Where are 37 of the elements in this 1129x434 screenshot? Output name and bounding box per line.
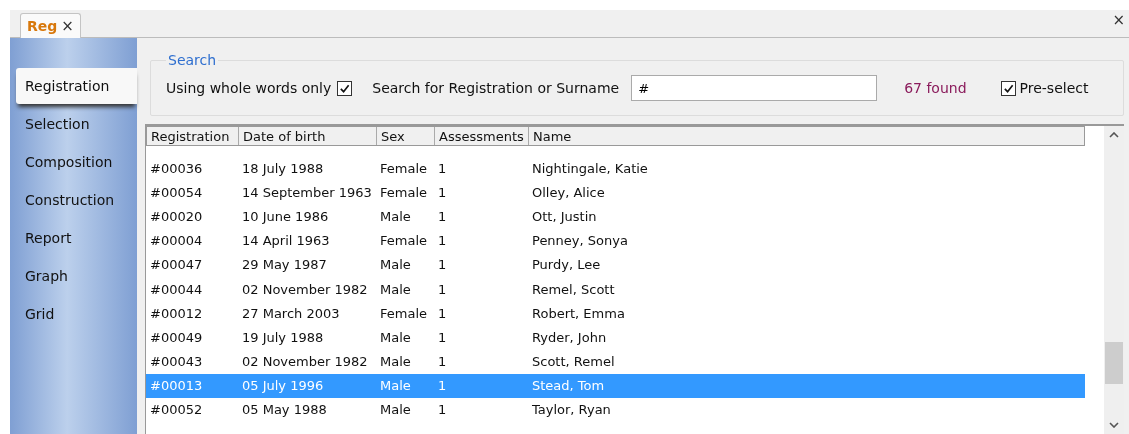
- group-title: Search: [167, 52, 218, 68]
- column-header[interactable]: Date of birth: [239, 127, 377, 145]
- scroll-up-icon[interactable]: [1109, 132, 1119, 138]
- document-tab[interactable]: Reg ×: [20, 13, 81, 38]
- result-count: 67 found: [904, 80, 967, 96]
- column-header[interactable]: Sex: [377, 127, 435, 145]
- scroll-down-icon[interactable]: [1109, 422, 1119, 428]
- sidebar-item[interactable]: Construction: [10, 184, 137, 222]
- table-row[interactable]: #00004 14 April 1963 Female 1 Penney, Sonya: [146, 228, 1085, 253]
- sidebar-item[interactable]: Selection: [10, 108, 137, 146]
- search-field[interactable]: #: [631, 75, 878, 101]
- sidebar-item[interactable]: Registration: [16, 68, 137, 104]
- sidebar-item[interactable]: Grid: [10, 298, 137, 336]
- column-header[interactable]: Assessments: [435, 127, 529, 145]
- table-row[interactable]: #00047 29 May 1987 Male 1 Purdy, Lee: [146, 252, 1085, 277]
- table-row[interactable]: #00036 18 July 1988 Female 1 Nightingale, Katie: [146, 156, 1085, 181]
- column-header[interactable]: Registration: [147, 127, 239, 145]
- table-row[interactable]: #00052 05 May 1988 Male 1 Taylor, Ryan: [146, 397, 1085, 423]
- sidebar-item[interactable]: Composition: [10, 146, 137, 184]
- table-row[interactable]: #00043 02 November 1982 Male 1 Scott, Remel: [146, 349, 1085, 374]
- scrollbar[interactable]: [1104, 126, 1124, 434]
- checkbox[interactable]: [337, 80, 353, 96]
- sidebar-item[interactable]: Report: [10, 222, 137, 260]
- close-tab-button[interactable]: ×: [61, 17, 74, 35]
- checkbox-label: Using whole words only: [166, 80, 332, 96]
- scroll-thumb[interactable]: [1105, 342, 1123, 384]
- search-label: Search for Registration or Surname: [372, 80, 620, 96]
- table-row[interactable]: #00049 19 July 1988 Male 1 Ryder, John: [146, 325, 1085, 350]
- checkbox-label: Pre-select: [1019, 80, 1089, 96]
- column-header[interactable]: Name: [529, 127, 1084, 145]
- table-row[interactable]: #00054 14 September 1963 Female 1 Olley, Alice: [146, 180, 1085, 205]
- checkbox[interactable]: [1000, 80, 1016, 96]
- table-row[interactable]: #00020 10 June 1986 Male 1 Ott, Justin: [146, 204, 1085, 229]
- close-button[interactable]: ×: [1112, 11, 1125, 29]
- table-row[interactable]: #00012 27 March 2003 Female 1 Robert, Emma: [146, 301, 1085, 326]
- table-row[interactable]: #00044 02 November 1982 Male 1 Remel, Scott: [146, 276, 1085, 302]
- sidebar-item[interactable]: Graph: [10, 260, 137, 298]
